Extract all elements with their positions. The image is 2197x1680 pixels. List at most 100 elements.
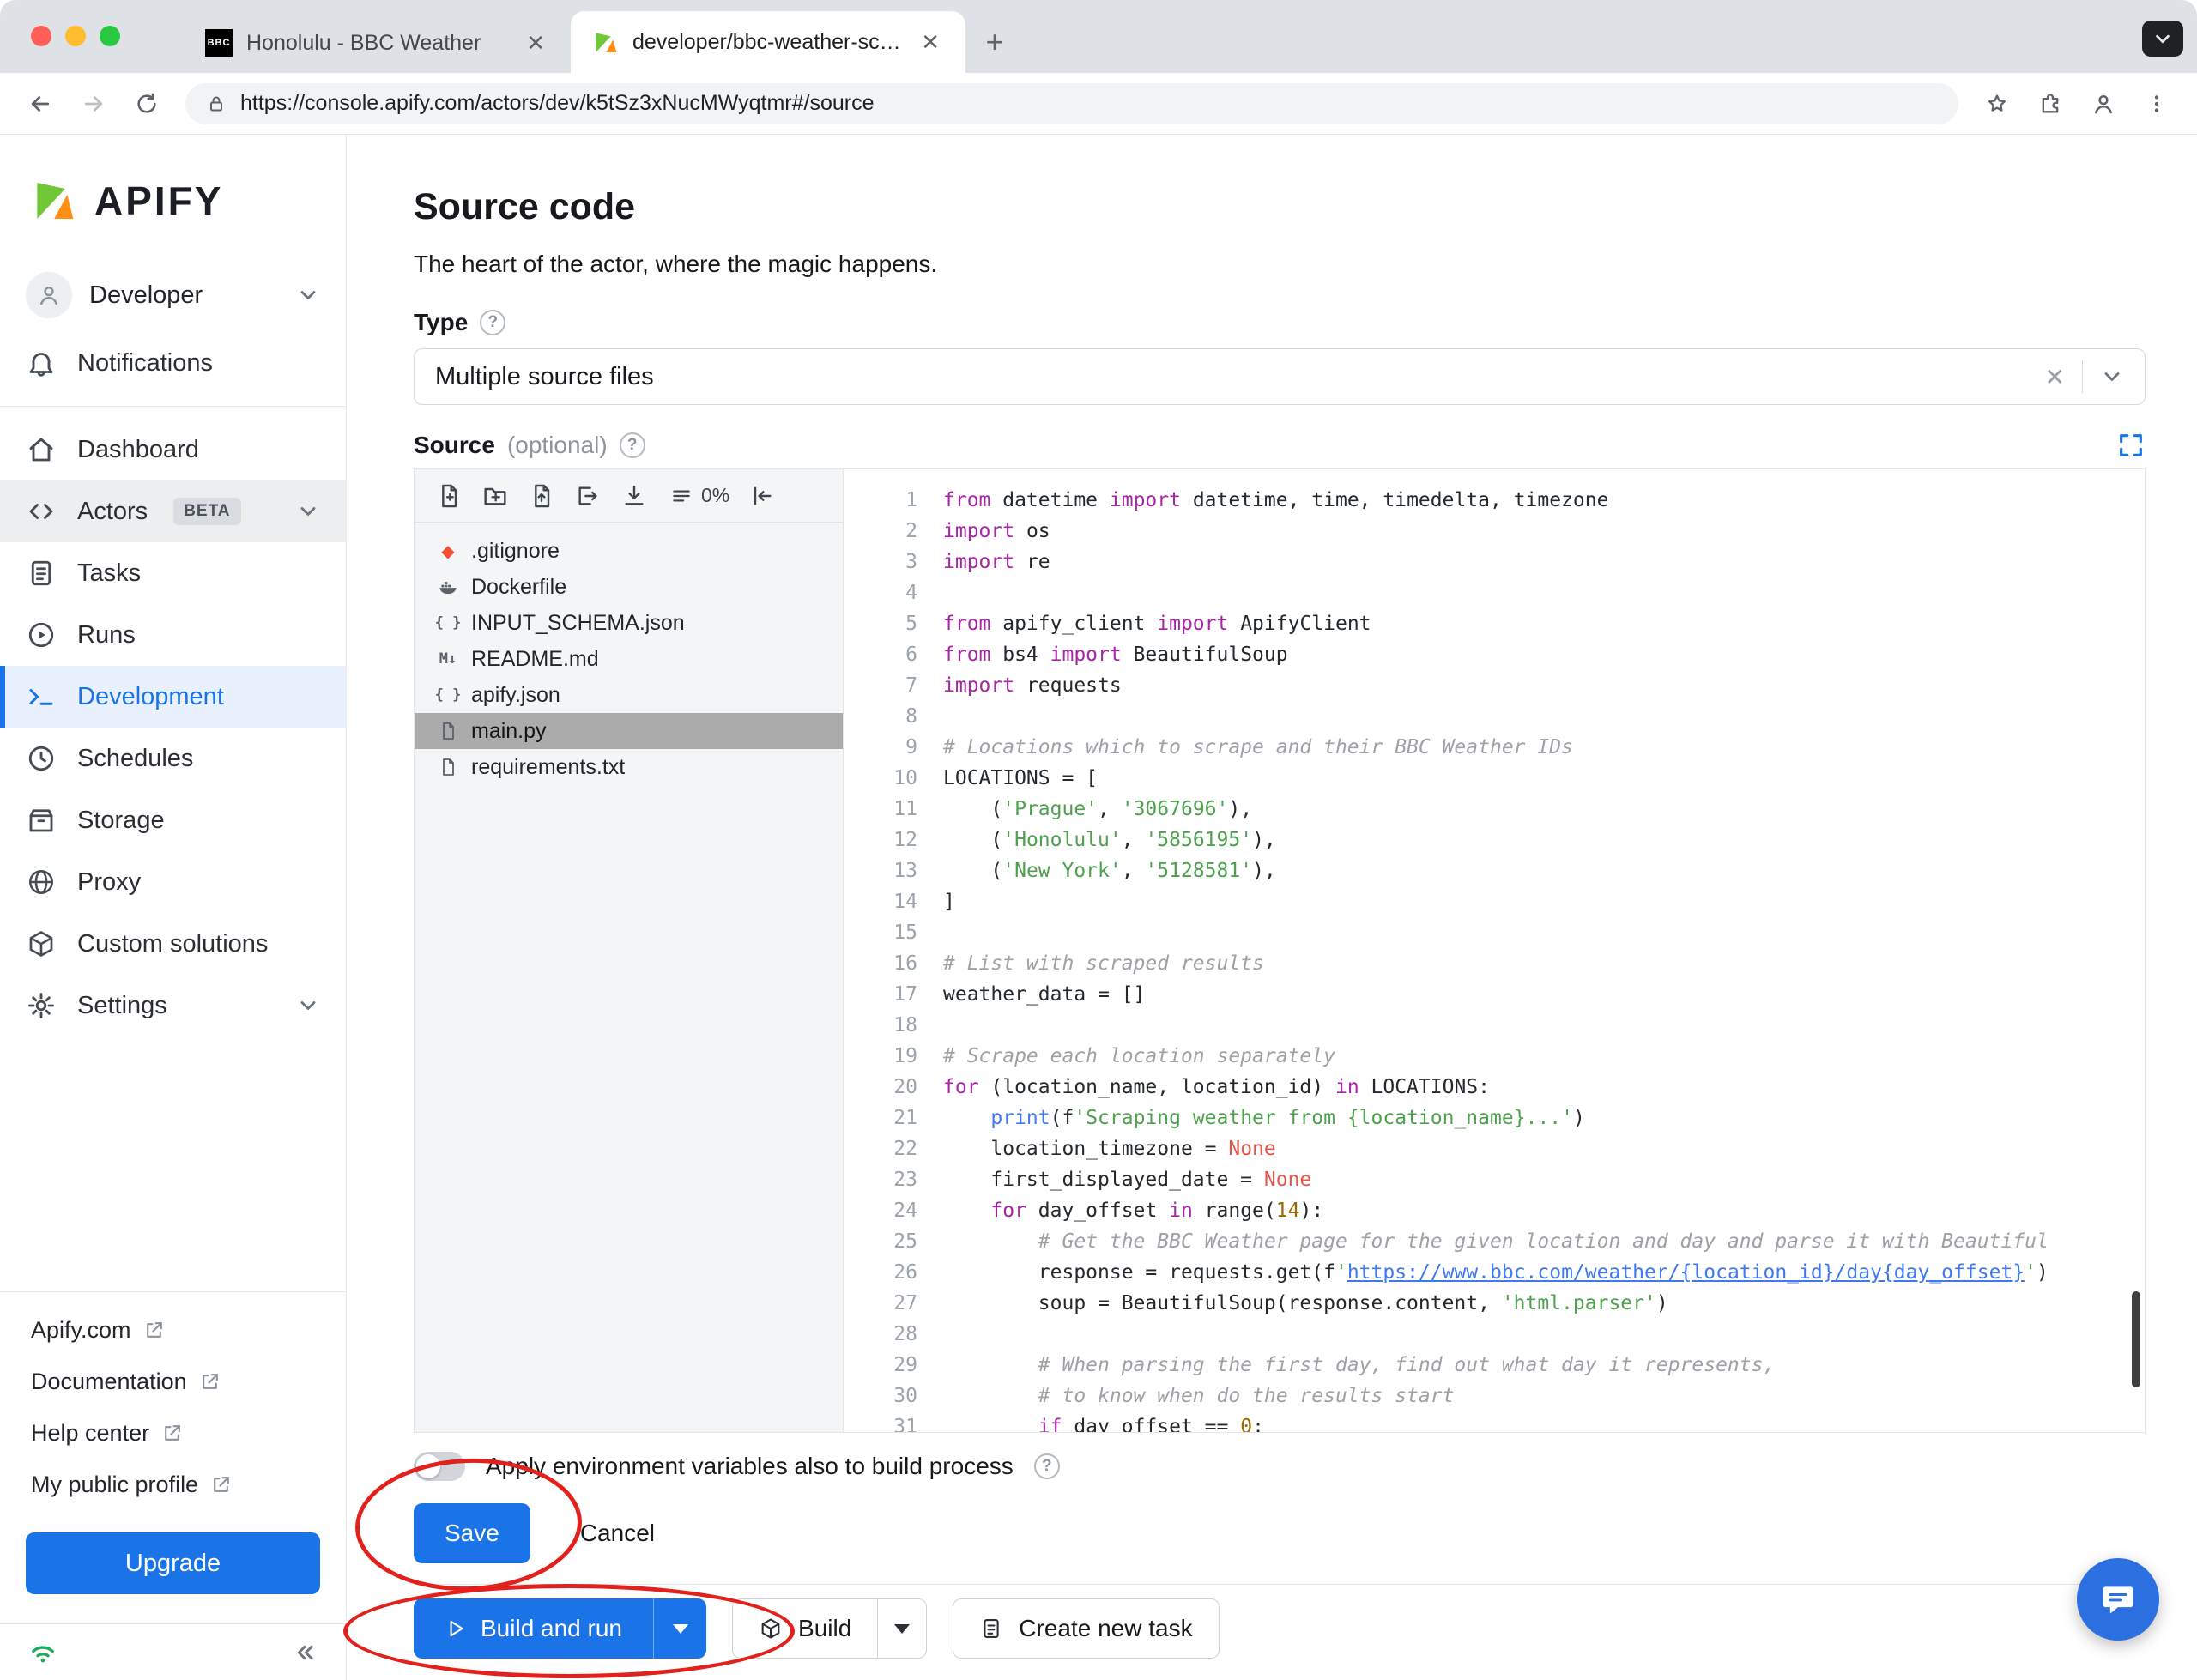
account-switcher[interactable]: Developer [0,258,346,332]
close-tab-icon[interactable]: ✕ [521,30,550,56]
create-new-task-button[interactable]: Create new task [953,1598,1220,1659]
bookmark-button[interactable] [1974,81,2020,127]
clear-select-icon[interactable]: ✕ [2045,363,2065,391]
cancel-button[interactable]: Cancel [580,1520,655,1547]
code-line[interactable]: 25 # Get the BBC Weather page for the gi… [844,1226,2145,1257]
code-line[interactable]: 30 # to know when do the results start [844,1381,2145,1411]
code-line[interactable]: 6 from bs4 import BeautifulSoup [844,639,2145,670]
reload-button[interactable] [124,81,170,127]
close-tab-icon[interactable]: ✕ [916,29,945,55]
new-file-icon[interactable] [435,482,463,510]
type-help-icon[interactable]: ? [480,310,506,335]
sidebar-item-dashboard[interactable]: Dashboard [0,419,346,480]
code-line[interactable]: 2 import os [844,516,2145,547]
code-line[interactable]: 17 weather_data = [] [844,979,2145,1010]
file-row-main-py[interactable]: main.py [415,713,843,749]
sidebar-item-settings[interactable]: Settings [0,975,346,1036]
file-row-gitignore[interactable]: ◆ .gitignore [415,533,843,569]
file-row-input-schema[interactable]: { } INPUT_SCHEMA.json [415,605,843,641]
code-line[interactable]: 4 [844,577,2145,608]
file-row-dockerfile[interactable]: Dockerfile [415,569,843,605]
link-apify-com[interactable]: Apify.com [0,1304,346,1356]
code-line[interactable]: 15 [844,917,2145,948]
tab-search-button[interactable] [2142,21,2183,57]
back-button[interactable] [17,81,64,127]
code-line[interactable]: 11 ('Prague', '3067696'), [844,794,2145,825]
chat-widget-button[interactable] [2077,1558,2159,1641]
zoom-control[interactable]: 0% [670,484,729,507]
file-row-requirements[interactable]: requirements.txt [415,749,843,785]
profile-button[interactable] [2080,81,2127,127]
code-line[interactable]: 29 # When parsing the first day, find ou… [844,1350,2145,1381]
new-folder-icon[interactable] [481,482,509,510]
download-icon[interactable] [620,482,648,510]
fullscreen-expand-icon[interactable] [2116,431,2146,460]
chevron-down-icon[interactable] [2100,365,2124,389]
address-bar[interactable]: https://console.apify.com/actors/dev/k5t… [185,82,1958,124]
env-variables-toggle[interactable] [414,1452,465,1481]
sidebar-item-schedules[interactable]: Schedules [0,728,346,789]
build-and-run-button[interactable]: Build and run [414,1598,654,1659]
code-line[interactable]: 7 import requests [844,670,2145,701]
file-row-readme[interactable]: M↓ README.md [415,641,843,677]
env-help-icon[interactable]: ? [1033,1453,1060,1479]
sidebar-item-tasks[interactable]: Tasks [0,542,346,604]
build-button[interactable]: Build [732,1598,878,1659]
collapse-left-icon[interactable] [748,482,776,510]
save-button[interactable]: Save [414,1503,530,1563]
code-line[interactable]: 14] [844,886,2145,917]
code-line[interactable]: 8 [844,701,2145,732]
file-row-apify-json[interactable]: { } apify.json [415,677,843,713]
extensions-button[interactable] [2027,81,2073,127]
link-help-center[interactable]: Help center [0,1407,346,1459]
code-line[interactable]: 22 location_timezone = None [844,1133,2145,1164]
source-help-icon[interactable]: ? [619,432,645,458]
forward-button[interactable] [70,81,117,127]
minimize-window-button[interactable] [65,26,86,46]
new-tab-button[interactable]: + [974,21,1015,63]
apify-logo[interactable]: APIFY [0,172,346,229]
code-line[interactable]: 28 [844,1319,2145,1350]
code-line[interactable]: 18 [844,1010,2145,1041]
sidebar-item-storage[interactable]: Storage [0,789,346,851]
sidebar-item-proxy[interactable]: Proxy [0,851,346,913]
tab-bbc-weather[interactable]: BBC Honolulu - BBC Weather ✕ [185,13,571,73]
code-editor[interactable]: 1 from datetime import datetime, time, ti… [844,469,2145,1432]
code-line[interactable]: 12 ('Honolulu', '5856195'), [844,825,2145,855]
sidebar-item-notifications[interactable]: Notifications [0,332,346,394]
code-line[interactable]: 31 if day_offset == 0: [844,1411,2145,1432]
code-line[interactable]: 21 print(f'Scraping weather from {locati… [844,1103,2145,1133]
upload-file-icon[interactable] [528,482,555,510]
code-line[interactable]: 1 from datetime import datetime, time, ti… [844,485,2145,516]
code-line[interactable]: 23 first_displayed_date = None [844,1164,2145,1195]
close-window-button[interactable] [31,26,51,46]
source-type-select[interactable]: Multiple source files ✕ [414,348,2146,405]
code-line[interactable]: 10 LOCATIONS = [ [844,763,2145,794]
code-line[interactable]: 16 # List with scraped results [844,948,2145,979]
build-options-button[interactable] [877,1598,928,1659]
code-line[interactable]: 3 import re [844,547,2145,577]
upgrade-button[interactable]: Upgrade [26,1532,320,1594]
fullscreen-window-button[interactable] [100,26,120,46]
sidebar-item-actors[interactable]: Actors BETA [0,480,346,542]
code-line[interactable]: 20 for (location_name, location_id) in LO… [844,1072,2145,1103]
collapse-sidebar-icon[interactable] [291,1639,318,1666]
sidebar-item-custom-solutions[interactable]: Custom solutions [0,913,346,975]
import-file-icon[interactable] [574,482,602,510]
code-line[interactable]: 9 # Locations which to scrape and their B… [844,732,2145,763]
code-line[interactable]: 19 # Scrape each location separately [844,1041,2145,1072]
link-my-public-profile[interactable]: My public profile [0,1459,346,1510]
code-line[interactable]: 5 from apify_client import ApifyClient [844,608,2145,639]
code-line[interactable]: 24 for day_offset in range(14): [844,1195,2145,1226]
build-and-run-options-button[interactable] [653,1598,707,1659]
editor-scrollbar-thumb[interactable] [2132,1291,2140,1387]
sidebar-item-development[interactable]: Development [0,666,346,728]
code-line[interactable]: 26 response = requests.get(f'https://www… [844,1257,2145,1288]
code-line[interactable]: 13 ('New York', '5128581'), [844,855,2145,886]
sidebar-item-runs[interactable]: Runs [0,604,346,666]
code-line[interactable]: 27 soup = BeautifulSoup(response.content… [844,1288,2145,1319]
tab-apify-console[interactable]: developer/bbc-weather-scrape ✕ [571,11,965,73]
sidebar-item-label: Tasks [77,559,142,587]
link-documentation[interactable]: Documentation [0,1356,346,1407]
browser-menu-button[interactable] [2133,81,2180,127]
